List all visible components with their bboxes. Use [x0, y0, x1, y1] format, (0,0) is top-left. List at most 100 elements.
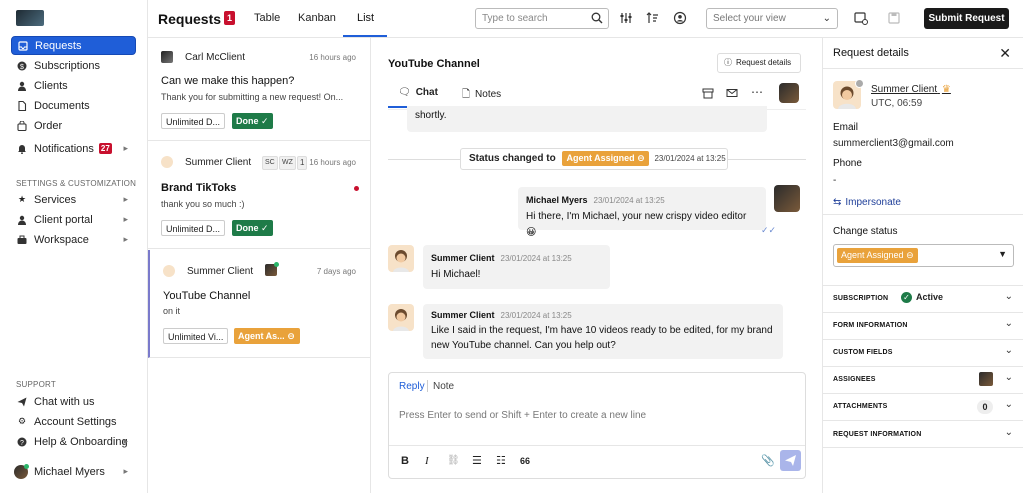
- quote-icon[interactable]: 66: [520, 456, 530, 466]
- tab-chat[interactable]: 🗨 Chat: [398, 87, 438, 98]
- sidebar-item-documents[interactable]: Documents: [11, 96, 136, 115]
- service-chip: Unlimited D...: [161, 113, 226, 129]
- list-item[interactable]: Summer Client SC WZ 1 16 hours ago Brand…: [148, 142, 370, 249]
- list-item[interactable]: Summer Client 7 days ago YouTube Channel…: [148, 250, 370, 358]
- info-icon: ⓘ: [724, 58, 732, 67]
- status-label: Agent Assigned: [841, 250, 904, 260]
- tab-reply[interactable]: Reply: [399, 381, 425, 392]
- divider: [823, 420, 1023, 421]
- tab-kanban[interactable]: Kanban: [298, 12, 336, 24]
- person-icon: [17, 81, 27, 91]
- view-settings-icon[interactable]: [854, 11, 868, 25]
- sidebar-item-services[interactable]: ★ Services ▸: [11, 190, 136, 209]
- user-filter-icon[interactable]: [673, 11, 687, 25]
- status-badge: Agent Assigned ⊖: [562, 151, 649, 166]
- numbered-list-icon[interactable]: ☷: [496, 454, 506, 467]
- save-view-icon[interactable]: [887, 11, 901, 25]
- request-subject: YouTube Channel: [163, 290, 251, 302]
- caret-down-icon: ▼: [998, 249, 1007, 259]
- avatar: [161, 51, 173, 63]
- status-select[interactable]: Agent Assigned ⊖ ▼: [833, 244, 1014, 267]
- message-preview: on it: [163, 306, 181, 316]
- filter-sliders-icon[interactable]: [619, 11, 633, 25]
- assignee-avatar[interactable]: [779, 83, 799, 103]
- sidebar-item-chat-with-us[interactable]: Chat with us: [11, 392, 136, 411]
- status-dot: [855, 79, 864, 88]
- message-bubble: Michael Myers 23/01/2024 at 13:25 Hi ther…: [518, 187, 766, 238]
- view-select[interactable]: Select your view ⌄: [706, 8, 838, 29]
- conversation-title: YouTube Channel: [388, 58, 480, 70]
- submit-request-button[interactable]: Submit Request: [924, 8, 1009, 29]
- crown-icon: ♛: [941, 84, 951, 95]
- timestamp: 23/01/2024 at 13:25: [593, 196, 665, 205]
- sidebar-item-label: Help & Onboarding: [34, 435, 128, 448]
- phone-value: -: [833, 175, 837, 186]
- settings-section-heading: SETTINGS & CUSTOMIZATION: [16, 179, 137, 188]
- accordion-label: SUBSCRIPTION: [833, 295, 889, 302]
- tab-notes[interactable]: 🗋 Notes: [462, 87, 501, 104]
- read-receipt-icon: ✓✓: [761, 225, 777, 235]
- chat-bubble-icon: 🗨: [398, 87, 411, 98]
- sidebar-item-order[interactable]: Order: [11, 116, 136, 135]
- inbox-icon: [18, 40, 28, 51]
- view-select-placeholder: Select your view: [713, 13, 786, 24]
- attachments-count: 0: [977, 400, 993, 414]
- sidebar-item-account-settings[interactable]: ⚙ Account Settings: [11, 412, 136, 431]
- divider: [823, 447, 1023, 448]
- send-button[interactable]: [780, 450, 801, 471]
- subscription-status: ✓ Active: [901, 292, 943, 303]
- chevron-down-icon: ⌄: [1004, 318, 1013, 329]
- sidebar-user-menu[interactable]: Michael Myers ▸: [11, 462, 136, 481]
- sender-name: Michael Myers: [526, 195, 588, 205]
- request-details-button[interactable]: ⓘ Request details: [717, 53, 801, 73]
- sidebar-item-label: Order: [34, 119, 63, 132]
- sidebar-item-notifications[interactable]: Notifications 27 ▸: [11, 139, 136, 158]
- paperclip-icon[interactable]: 📎: [761, 454, 775, 467]
- client-name-link[interactable]: Summer Client ♛: [871, 84, 951, 95]
- mail-icon[interactable]: [725, 87, 739, 101]
- accordion-label: ATTACHMENTS: [833, 403, 888, 410]
- sidebar-item-label: Documents: [34, 99, 90, 112]
- status-badge: Done ✓: [232, 220, 273, 236]
- sort-icon[interactable]: [645, 11, 659, 25]
- sidebar-item-help-onboarding[interactable]: ? Help & Onboarding ▸: [11, 432, 136, 451]
- tab-list[interactable]: List: [357, 12, 374, 24]
- sidebar-item-workspace[interactable]: Workspace ▸: [11, 230, 136, 249]
- sidebar-item-requests[interactable]: Requests: [11, 36, 136, 55]
- tab-table[interactable]: Table: [254, 12, 280, 24]
- change-status-label: Change status: [833, 226, 898, 237]
- archive-icon[interactable]: [701, 87, 715, 101]
- sidebar-item-clients[interactable]: Clients: [11, 76, 136, 95]
- message-input-placeholder: Press Enter to send or Shift + Enter to …: [399, 410, 647, 421]
- svg-text:?: ?: [20, 440, 24, 447]
- message-input[interactable]: Press Enter to send or Shift + Enter to …: [389, 399, 805, 445]
- briefcase-icon: [17, 235, 27, 245]
- message-bubble: Summer Client 23/01/2024 at 13:25 Like I …: [423, 304, 783, 359]
- link-icon[interactable]: ⛓: [447, 455, 460, 466]
- sidebar-item-client-portal[interactable]: Client portal ▸: [11, 210, 136, 229]
- sidebar-item-subscriptions[interactable]: $ Subscriptions: [11, 56, 136, 75]
- client-name: Summer Client: [871, 84, 938, 95]
- bullet-list-icon[interactable]: ☰: [472, 454, 482, 467]
- workspace-logo[interactable]: [16, 10, 44, 26]
- tab-note[interactable]: Note: [433, 381, 454, 392]
- message-text: Hi Michael!: [431, 269, 481, 280]
- send-icon: [785, 455, 796, 466]
- service-chip: Unlimited Vi...: [163, 328, 229, 344]
- search-input[interactable]: Type to search: [475, 8, 609, 29]
- divider: [823, 339, 1023, 340]
- list-item[interactable]: Carl McClient 16 hours ago Can we make t…: [148, 38, 370, 141]
- italic-icon[interactable]: I: [425, 455, 429, 467]
- client-name: Carl McClient: [185, 52, 246, 63]
- more-options-icon[interactable]: ⋯: [750, 85, 764, 99]
- svg-text:$: $: [20, 64, 24, 71]
- chevron-down-icon: ⌄: [1004, 399, 1013, 410]
- status-change-prefix: Status changed to: [469, 153, 556, 164]
- avatar: [161, 156, 173, 168]
- status-label: Agent Assigned: [566, 153, 635, 163]
- impersonate-link[interactable]: ⇆ Impersonate: [833, 197, 901, 208]
- gear-icon: ⚙: [17, 416, 27, 426]
- close-icon[interactable]: ✕: [999, 45, 1011, 62]
- bold-icon[interactable]: B: [401, 455, 409, 467]
- status-label: Done: [236, 223, 259, 233]
